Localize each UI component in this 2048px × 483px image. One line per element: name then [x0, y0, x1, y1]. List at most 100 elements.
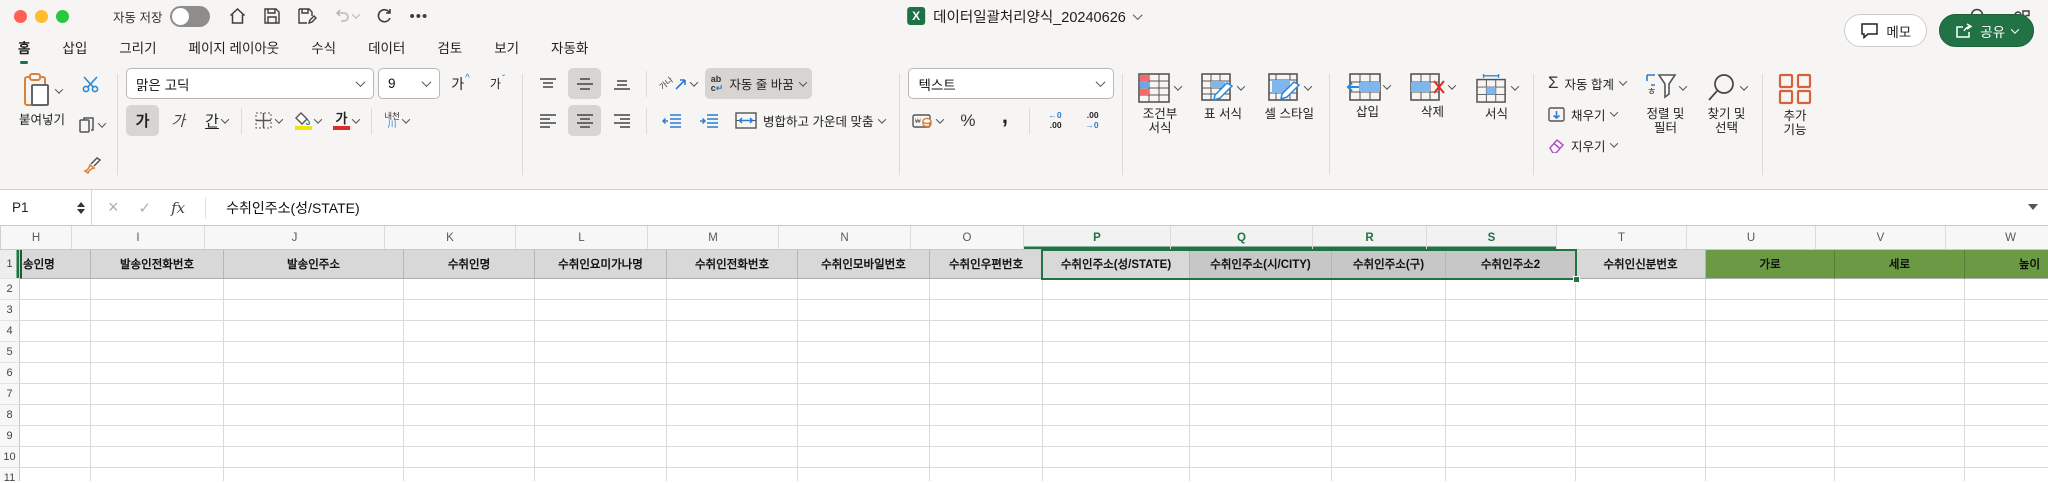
- cell-T7[interactable]: [1576, 384, 1706, 405]
- cell-U1[interactable]: 가로: [1706, 250, 1835, 279]
- cell-H3[interactable]: [20, 300, 91, 321]
- tab-수식[interactable]: 수식: [311, 33, 336, 61]
- cell-R11[interactable]: [1332, 468, 1446, 481]
- save-as-icon[interactable]: [297, 7, 318, 25]
- cell-M5[interactable]: [667, 342, 798, 363]
- cell-N3[interactable]: [798, 300, 930, 321]
- cell-R1[interactable]: 수취인주소(구): [1332, 250, 1446, 279]
- column-header-Q[interactable]: Q: [1171, 226, 1313, 249]
- cell-J4[interactable]: [224, 321, 404, 342]
- insert-cells-button[interactable]: 삽입: [1338, 68, 1397, 181]
- cell-R5[interactable]: [1332, 342, 1446, 363]
- cell-U8[interactable]: [1706, 405, 1835, 426]
- cell-K2[interactable]: [404, 279, 535, 300]
- cell-W3[interactable]: [1965, 300, 2048, 321]
- row-header-3[interactable]: 3: [0, 300, 20, 321]
- column-header-K[interactable]: K: [385, 226, 516, 249]
- cell-W4[interactable]: [1965, 321, 2048, 342]
- cell-T6[interactable]: [1576, 363, 1706, 384]
- cell-S8[interactable]: [1446, 405, 1576, 426]
- copy-button[interactable]: [74, 113, 109, 137]
- cell-L1[interactable]: 수취인요미가나명: [535, 250, 667, 279]
- cell-N2[interactable]: [798, 279, 930, 300]
- cell-T5[interactable]: [1576, 342, 1706, 363]
- align-right-button[interactable]: [605, 105, 638, 136]
- tab-데이터[interactable]: 데이터: [368, 33, 405, 61]
- cell-Q5[interactable]: [1190, 342, 1332, 363]
- cell-P10[interactable]: [1043, 447, 1190, 468]
- comments-button[interactable]: 메모: [1844, 14, 1928, 47]
- cell-Q7[interactable]: [1190, 384, 1332, 405]
- name-box[interactable]: P1: [0, 190, 92, 225]
- cell-H1[interactable]: 송인명: [20, 250, 91, 279]
- cell-P2[interactable]: [1043, 279, 1190, 300]
- column-header-P[interactable]: P: [1024, 226, 1171, 249]
- cell-M3[interactable]: [667, 300, 798, 321]
- cell-M2[interactable]: [667, 279, 798, 300]
- cell-H10[interactable]: [20, 447, 91, 468]
- cell-M1[interactable]: 수취인전화번호: [667, 250, 798, 279]
- cell-T10[interactable]: [1576, 447, 1706, 468]
- cell-N7[interactable]: [798, 384, 930, 405]
- bold-button[interactable]: 가: [126, 105, 160, 136]
- format-as-table-button[interactable]: 표 서식: [1194, 68, 1251, 181]
- column-header-I[interactable]: I: [72, 226, 205, 249]
- cell-U2[interactable]: [1706, 279, 1835, 300]
- addins-button[interactable]: 추가 기능: [1771, 68, 1819, 143]
- cell-V10[interactable]: [1835, 447, 1965, 468]
- cell-K8[interactable]: [404, 405, 535, 426]
- underline-button[interactable]: 간: [200, 105, 233, 136]
- cell-I9[interactable]: [91, 426, 224, 447]
- cell-R4[interactable]: [1332, 321, 1446, 342]
- cell-S9[interactable]: [1446, 426, 1576, 447]
- cell-L8[interactable]: [535, 405, 667, 426]
- cell-L9[interactable]: [535, 426, 667, 447]
- cell-W9[interactable]: [1965, 426, 2048, 447]
- cell-Q8[interactable]: [1190, 405, 1332, 426]
- cell-I4[interactable]: [91, 321, 224, 342]
- orientation-button[interactable]: 가나: [655, 68, 701, 99]
- align-bottom-button[interactable]: [605, 68, 638, 99]
- row-header-5[interactable]: 5: [0, 342, 20, 363]
- merge-center-button[interactable]: 병합하고 가운데 맞춤: [729, 105, 891, 136]
- increase-indent-button[interactable]: [692, 105, 725, 136]
- cell-W10[interactable]: [1965, 447, 2048, 468]
- cell-K5[interactable]: [404, 342, 535, 363]
- align-top-button[interactable]: [531, 68, 564, 99]
- cell-L3[interactable]: [535, 300, 667, 321]
- cell-H6[interactable]: [20, 363, 91, 384]
- cell-W6[interactable]: [1965, 363, 2048, 384]
- cell-N4[interactable]: [798, 321, 930, 342]
- cell-W1[interactable]: 높이: [1965, 250, 2048, 279]
- column-header-H[interactable]: H: [1, 226, 72, 249]
- cell-K1[interactable]: 수취인명: [404, 250, 535, 279]
- cell-R7[interactable]: [1332, 384, 1446, 405]
- cell-L2[interactable]: [535, 279, 667, 300]
- cell-Q6[interactable]: [1190, 363, 1332, 384]
- cell-P6[interactable]: [1043, 363, 1190, 384]
- cell-R2[interactable]: [1332, 279, 1446, 300]
- cell-T1[interactable]: 수취인신분번호: [1576, 250, 1706, 279]
- column-header-S[interactable]: S: [1427, 226, 1557, 249]
- cell-M10[interactable]: [667, 447, 798, 468]
- cell-L5[interactable]: [535, 342, 667, 363]
- cell-K6[interactable]: [404, 363, 535, 384]
- column-header-U[interactable]: U: [1687, 226, 1816, 249]
- cell-K9[interactable]: [404, 426, 535, 447]
- cell-W2[interactable]: [1965, 279, 2048, 300]
- formula-bar-expand-icon[interactable]: [2028, 204, 2038, 210]
- cell-O7[interactable]: [930, 384, 1043, 405]
- cell-J1[interactable]: 발송인주소: [224, 250, 404, 279]
- conditional-formatting-button[interactable]: 조건부 서식: [1131, 68, 1188, 181]
- cell-O11[interactable]: [930, 468, 1043, 481]
- cell-L6[interactable]: [535, 363, 667, 384]
- cell-M7[interactable]: [667, 384, 798, 405]
- cell-O4[interactable]: [930, 321, 1043, 342]
- cell-P1[interactable]: 수취인주소(성/STATE): [1043, 250, 1190, 279]
- cell-O10[interactable]: [930, 447, 1043, 468]
- paste-button[interactable]: 붙여넣기: [12, 68, 72, 181]
- row-header-4[interactable]: 4: [0, 321, 20, 342]
- row-header-11[interactable]: 11: [0, 468, 20, 481]
- cell-T4[interactable]: [1576, 321, 1706, 342]
- cell-J10[interactable]: [224, 447, 404, 468]
